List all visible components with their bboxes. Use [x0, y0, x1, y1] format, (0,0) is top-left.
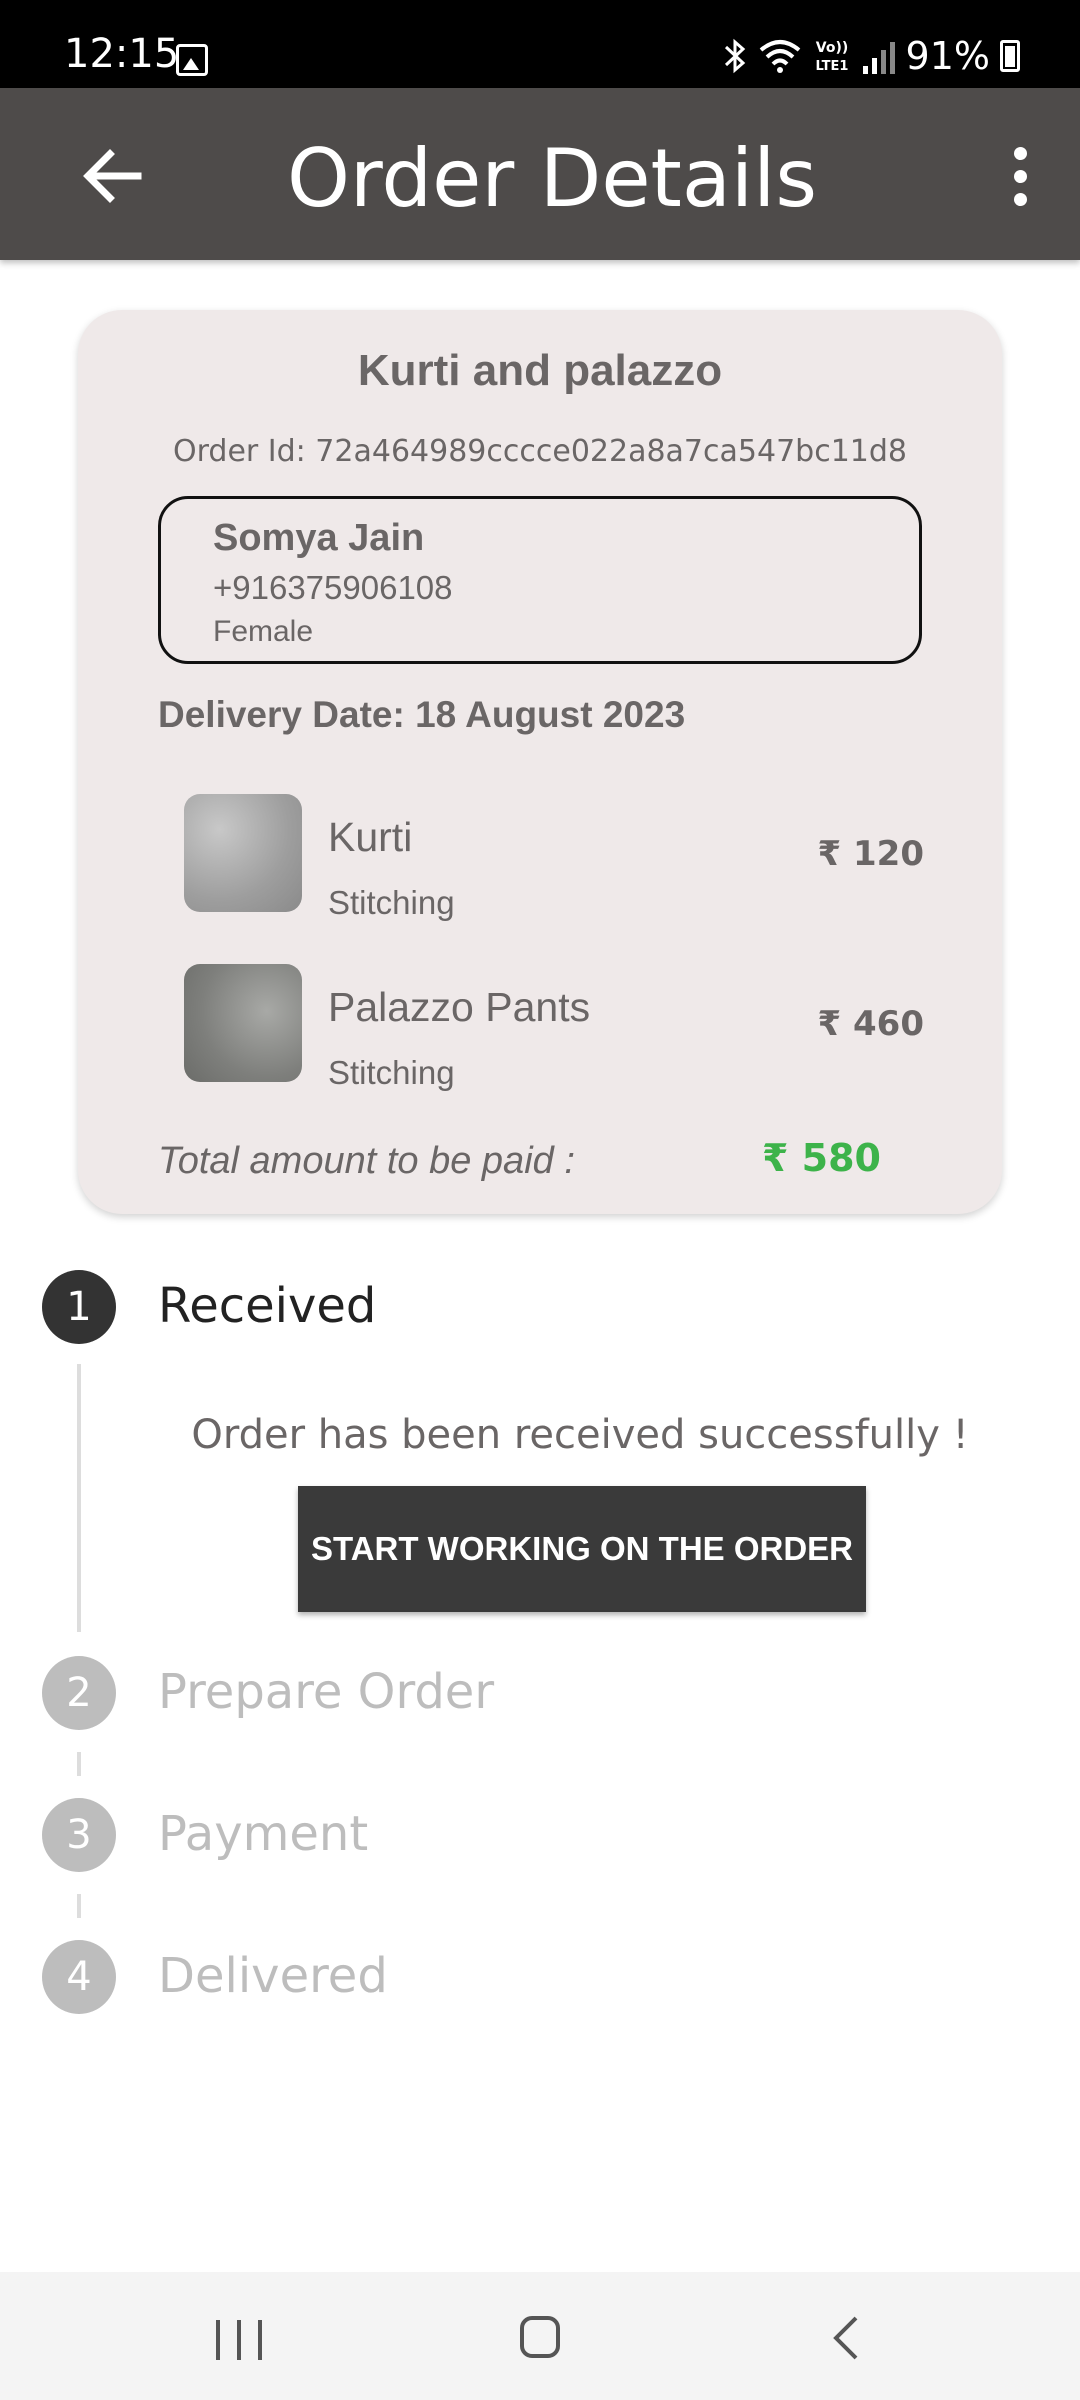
delivery-date: Delivery Date: 18 August 2023: [158, 694, 686, 735]
order-id: Order Id: 72a464989cccce022a8a7ca547bc11…: [172, 434, 908, 469]
step-2-label[interactable]: Prepare Order: [158, 1664, 494, 1720]
more-options-button[interactable]: [990, 136, 1050, 216]
start-working-button[interactable]: START WORKING ON THE ORDER: [298, 1486, 866, 1612]
wifi-icon: [759, 40, 800, 73]
item-thumbnail: [184, 794, 302, 912]
step-connector: [77, 1894, 81, 1918]
svg-text:LTE1: LTE1: [815, 59, 848, 74]
customer-name: Somya Jain: [213, 517, 425, 559]
item-price: ₹ 460: [817, 1004, 924, 1044]
item-type: Stitching: [328, 1054, 455, 1091]
app-bar: Order Details: [0, 88, 1080, 260]
more-vertical-icon: [1013, 146, 1027, 160]
volte-icon: Vo)) LTE1: [815, 40, 848, 74]
step-4-label[interactable]: Delivered: [158, 1948, 388, 2004]
page-title: Order Details: [286, 132, 818, 225]
customer-phone: +916375906108: [213, 569, 453, 606]
item-type: Stitching: [328, 884, 455, 921]
step-message: Order has been received successfully !: [191, 1412, 969, 1458]
screen: 12:15 Vo)) LTE1 91% Order Details Kurti …: [0, 0, 1080, 2400]
step-1-indicator[interactable]: 1: [42, 1270, 116, 1344]
item-name: Palazzo Pants: [328, 984, 591, 1030]
back-icon[interactable]: [826, 2316, 866, 2360]
order-title: Kurti and palazzo: [357, 346, 723, 395]
customer-box: Somya Jain +916375906108 Female: [158, 496, 922, 664]
total-label: Total amount to be paid :: [158, 1140, 575, 1182]
item-thumbnail: [184, 964, 302, 1082]
step-4-indicator[interactable]: 4: [42, 1940, 116, 2014]
battery-percent: 91%: [905, 34, 990, 78]
list-item: Palazzo Pants Stitching ₹ 460: [184, 964, 924, 1091]
svg-text:Vo)): Vo)): [815, 40, 847, 56]
item-price: ₹ 120: [817, 834, 924, 874]
step-connector: [77, 1752, 81, 1776]
item-name: Kurti: [328, 814, 413, 860]
step-2-indicator[interactable]: 2: [42, 1656, 116, 1730]
recents-icon[interactable]: [216, 2320, 262, 2360]
order-card: Kurti and palazzo Order Id: 72a464989ccc…: [78, 310, 1002, 1214]
status-bar: 12:15 Vo)) LTE1 91%: [0, 0, 1080, 88]
image-icon: [176, 44, 208, 76]
status-time: 12:15: [64, 31, 180, 77]
step-3-indicator[interactable]: 3: [42, 1798, 116, 1872]
system-nav-bar: [0, 2272, 1080, 2400]
status-icons: Vo)) LTE1 91%: [722, 34, 1020, 78]
step-connector: [77, 1364, 81, 1632]
battery-icon: [1000, 40, 1020, 72]
step-1-label[interactable]: Received: [158, 1278, 376, 1334]
signal-icon: [862, 42, 895, 74]
list-item: Kurti Stitching ₹ 120: [184, 794, 924, 921]
step-3-label[interactable]: Payment: [158, 1806, 368, 1862]
home-icon[interactable]: [520, 2316, 560, 2358]
customer-gender: Female: [213, 615, 314, 648]
bluetooth-icon: [724, 38, 745, 74]
total-value: ₹ 580: [762, 1136, 881, 1180]
